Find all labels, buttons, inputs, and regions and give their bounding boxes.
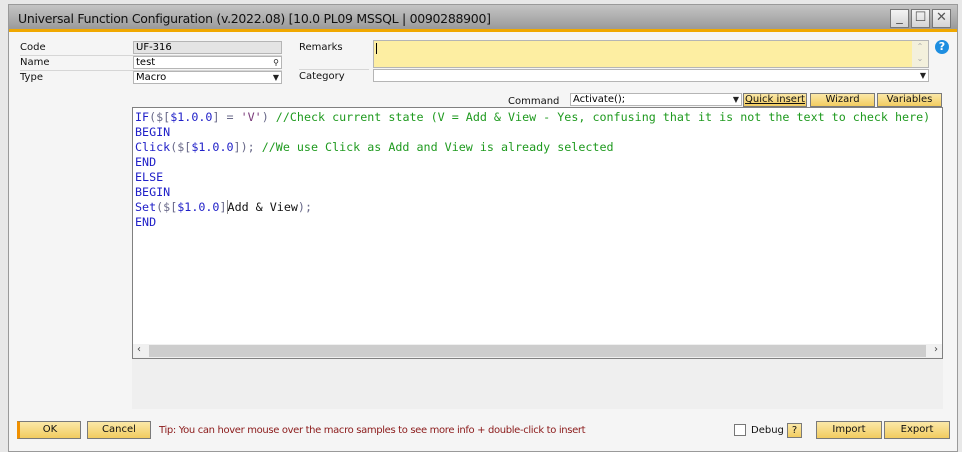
code-token: //We use Click as Add and View is alread… <box>261 140 614 154</box>
close-button[interactable]: ✕ <box>932 9 951 28</box>
code-token: BEGIN <box>135 125 171 139</box>
text-cursor <box>376 43 377 54</box>
export-button[interactable]: Export <box>884 421 950 439</box>
category-select[interactable]: ▼ <box>373 69 929 82</box>
help-icon[interactable]: ? <box>935 40 949 54</box>
minimize-button[interactable]: _ <box>890 9 909 28</box>
code-token: BEGIN <box>135 185 171 199</box>
code-line: BEGIN <box>135 185 930 200</box>
scroll-right-icon[interactable]: › <box>934 344 938 355</box>
scrollbar-thumb[interactable] <box>149 345 926 357</box>
code-field: UF-316 <box>133 41 282 54</box>
debug-help-button[interactable]: ? <box>787 423 802 438</box>
code-token: END <box>135 215 157 229</box>
import-button[interactable]: Import <box>816 421 882 439</box>
debug-label: Debug <box>751 425 784 436</box>
macro-code-editor[interactable]: IF($[$1.0.0] = 'V') //Check current stat… <box>132 107 943 359</box>
code-token: ]); <box>233 140 262 154</box>
code-token: Set <box>135 200 157 214</box>
horizontal-scrollbar[interactable]: ‹ › <box>133 344 942 358</box>
debug-checkbox[interactable] <box>734 424 746 436</box>
code-line: Set($[$1.0.0]Add & View); <box>135 200 930 215</box>
code-token: ] = <box>212 110 241 124</box>
code-token: Add & View <box>227 200 298 214</box>
window-title: Universal Function Configuration (v.2022… <box>18 11 491 26</box>
type-select[interactable]: Macro ▼ <box>133 71 282 84</box>
command-value: Activate(); <box>573 94 626 105</box>
category-label: Category <box>299 71 345 82</box>
variables-button[interactable]: Variables <box>877 93 942 107</box>
remarks-scrollbar[interactable]: ⌃ ⌄ <box>912 41 928 67</box>
code-token: //Check current state (V = Add & View - … <box>275 110 931 124</box>
name-value: test <box>136 57 156 68</box>
tip-text: Tip: You can hover mouse over the macro … <box>159 425 586 436</box>
name-input[interactable]: test ⚲ <box>133 56 282 69</box>
scroll-left-icon[interactable]: ‹ <box>137 344 141 355</box>
editor-footer-area <box>132 359 943 409</box>
remarks-label: Remarks <box>299 42 343 53</box>
type-value: Macro <box>136 72 167 83</box>
code-token: ($[ <box>149 110 171 124</box>
code-line: ELSE <box>135 170 930 185</box>
code-token: Click <box>135 140 171 154</box>
link-icon[interactable]: ⚲ <box>273 57 279 68</box>
code-token: ELSE <box>135 170 164 184</box>
chevron-down-icon: ▼ <box>732 95 739 104</box>
code-token: ) <box>261 110 276 124</box>
wizard-button[interactable]: Wizard <box>810 93 875 107</box>
code-token: ($[ <box>170 140 192 154</box>
name-label: Name <box>20 57 50 68</box>
code-token: 'V' <box>240 110 262 124</box>
code-token: $1.0.0 <box>191 140 234 154</box>
code-content[interactable]: IF($[$1.0.0] = 'V') //Check current stat… <box>135 110 930 230</box>
code-line: BEGIN <box>135 125 930 140</box>
code-token: ); <box>297 200 312 214</box>
code-token: ] <box>219 200 227 214</box>
code-token: IF <box>135 110 150 124</box>
chevron-down-icon: ▼ <box>919 71 926 80</box>
code-line: END <box>135 155 930 170</box>
type-label: Type <box>20 72 43 83</box>
title-bar[interactable]: Universal Function Configuration (v.2022… <box>9 5 957 32</box>
code-token: $1.0.0 <box>170 110 213 124</box>
ok-button[interactable]: OK <box>17 421 81 439</box>
command-select[interactable]: Activate(); ▼ <box>570 93 742 106</box>
code-line: Click($[$1.0.0]); //We use Click as Add … <box>135 140 930 155</box>
code-token: $1.0.0 <box>177 200 220 214</box>
chevron-down-icon: ▼ <box>272 73 279 82</box>
code-label: Code <box>20 42 46 53</box>
cancel-button[interactable]: Cancel <box>87 421 151 439</box>
code-token: END <box>135 155 157 169</box>
maximize-button[interactable]: ☐ <box>911 9 930 28</box>
quick-insert-button[interactable]: Quick insert <box>743 93 807 107</box>
code-line: IF($[$1.0.0] = 'V') //Check current stat… <box>135 110 930 125</box>
code-token: ($[ <box>156 200 178 214</box>
remarks-input[interactable]: ⌃ ⌄ <box>373 40 929 68</box>
code-line: END <box>135 215 930 230</box>
command-label: Command <box>508 96 560 107</box>
